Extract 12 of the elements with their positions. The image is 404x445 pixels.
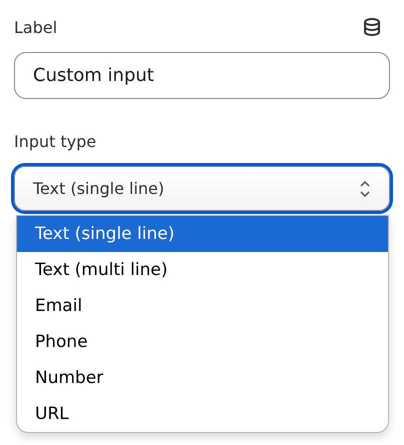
field-label: Label: [14, 18, 58, 36]
dropdown-option[interactable]: Text (multi line): [17, 252, 388, 288]
dropdown-option[interactable]: Phone: [17, 324, 388, 360]
dropdown-option[interactable]: URL: [17, 396, 388, 432]
select-field[interactable]: Text (single line): [14, 166, 390, 211]
chevron-updown-icon: [359, 178, 371, 198]
dropdown-option[interactable]: Text (single line): [17, 216, 388, 252]
text-input[interactable]: Custom input: [14, 52, 390, 99]
dropdown-option[interactable]: Email: [17, 288, 388, 324]
database-icon[interactable]: [362, 17, 382, 37]
dropdown-option[interactable]: Number: [17, 360, 388, 396]
field-label: Input type: [14, 131, 98, 153]
